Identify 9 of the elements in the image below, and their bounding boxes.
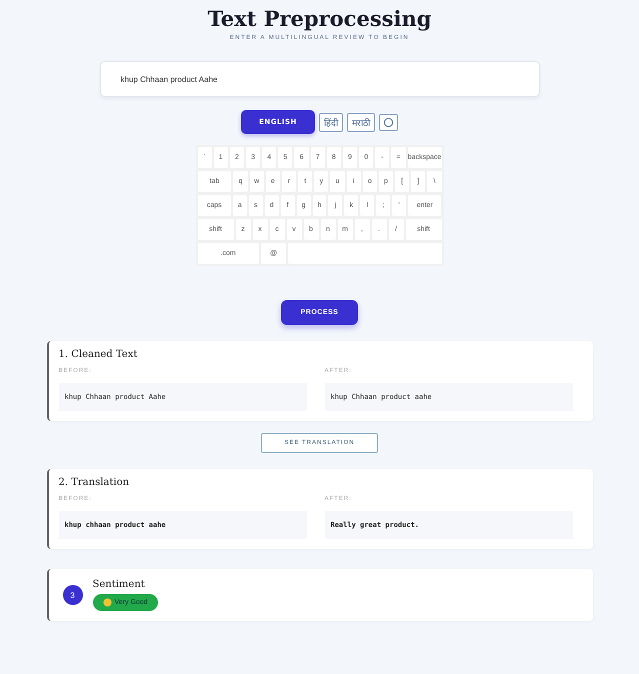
section-title: 2. Translation xyxy=(58,477,130,488)
circle-icon xyxy=(382,116,394,128)
step-number: 3 xyxy=(62,585,82,605)
language-button[interactable]: हिंदी xyxy=(318,112,343,132)
review-input-field[interactable]: khup Chhaan product Aahe xyxy=(100,61,540,97)
section-title: 1. Cleaned Text xyxy=(58,349,138,360)
section-title: Sentiment xyxy=(92,579,146,590)
language-button[interactable]: मराठी xyxy=(346,112,375,132)
page-title: Text Preprocessing xyxy=(208,6,432,31)
